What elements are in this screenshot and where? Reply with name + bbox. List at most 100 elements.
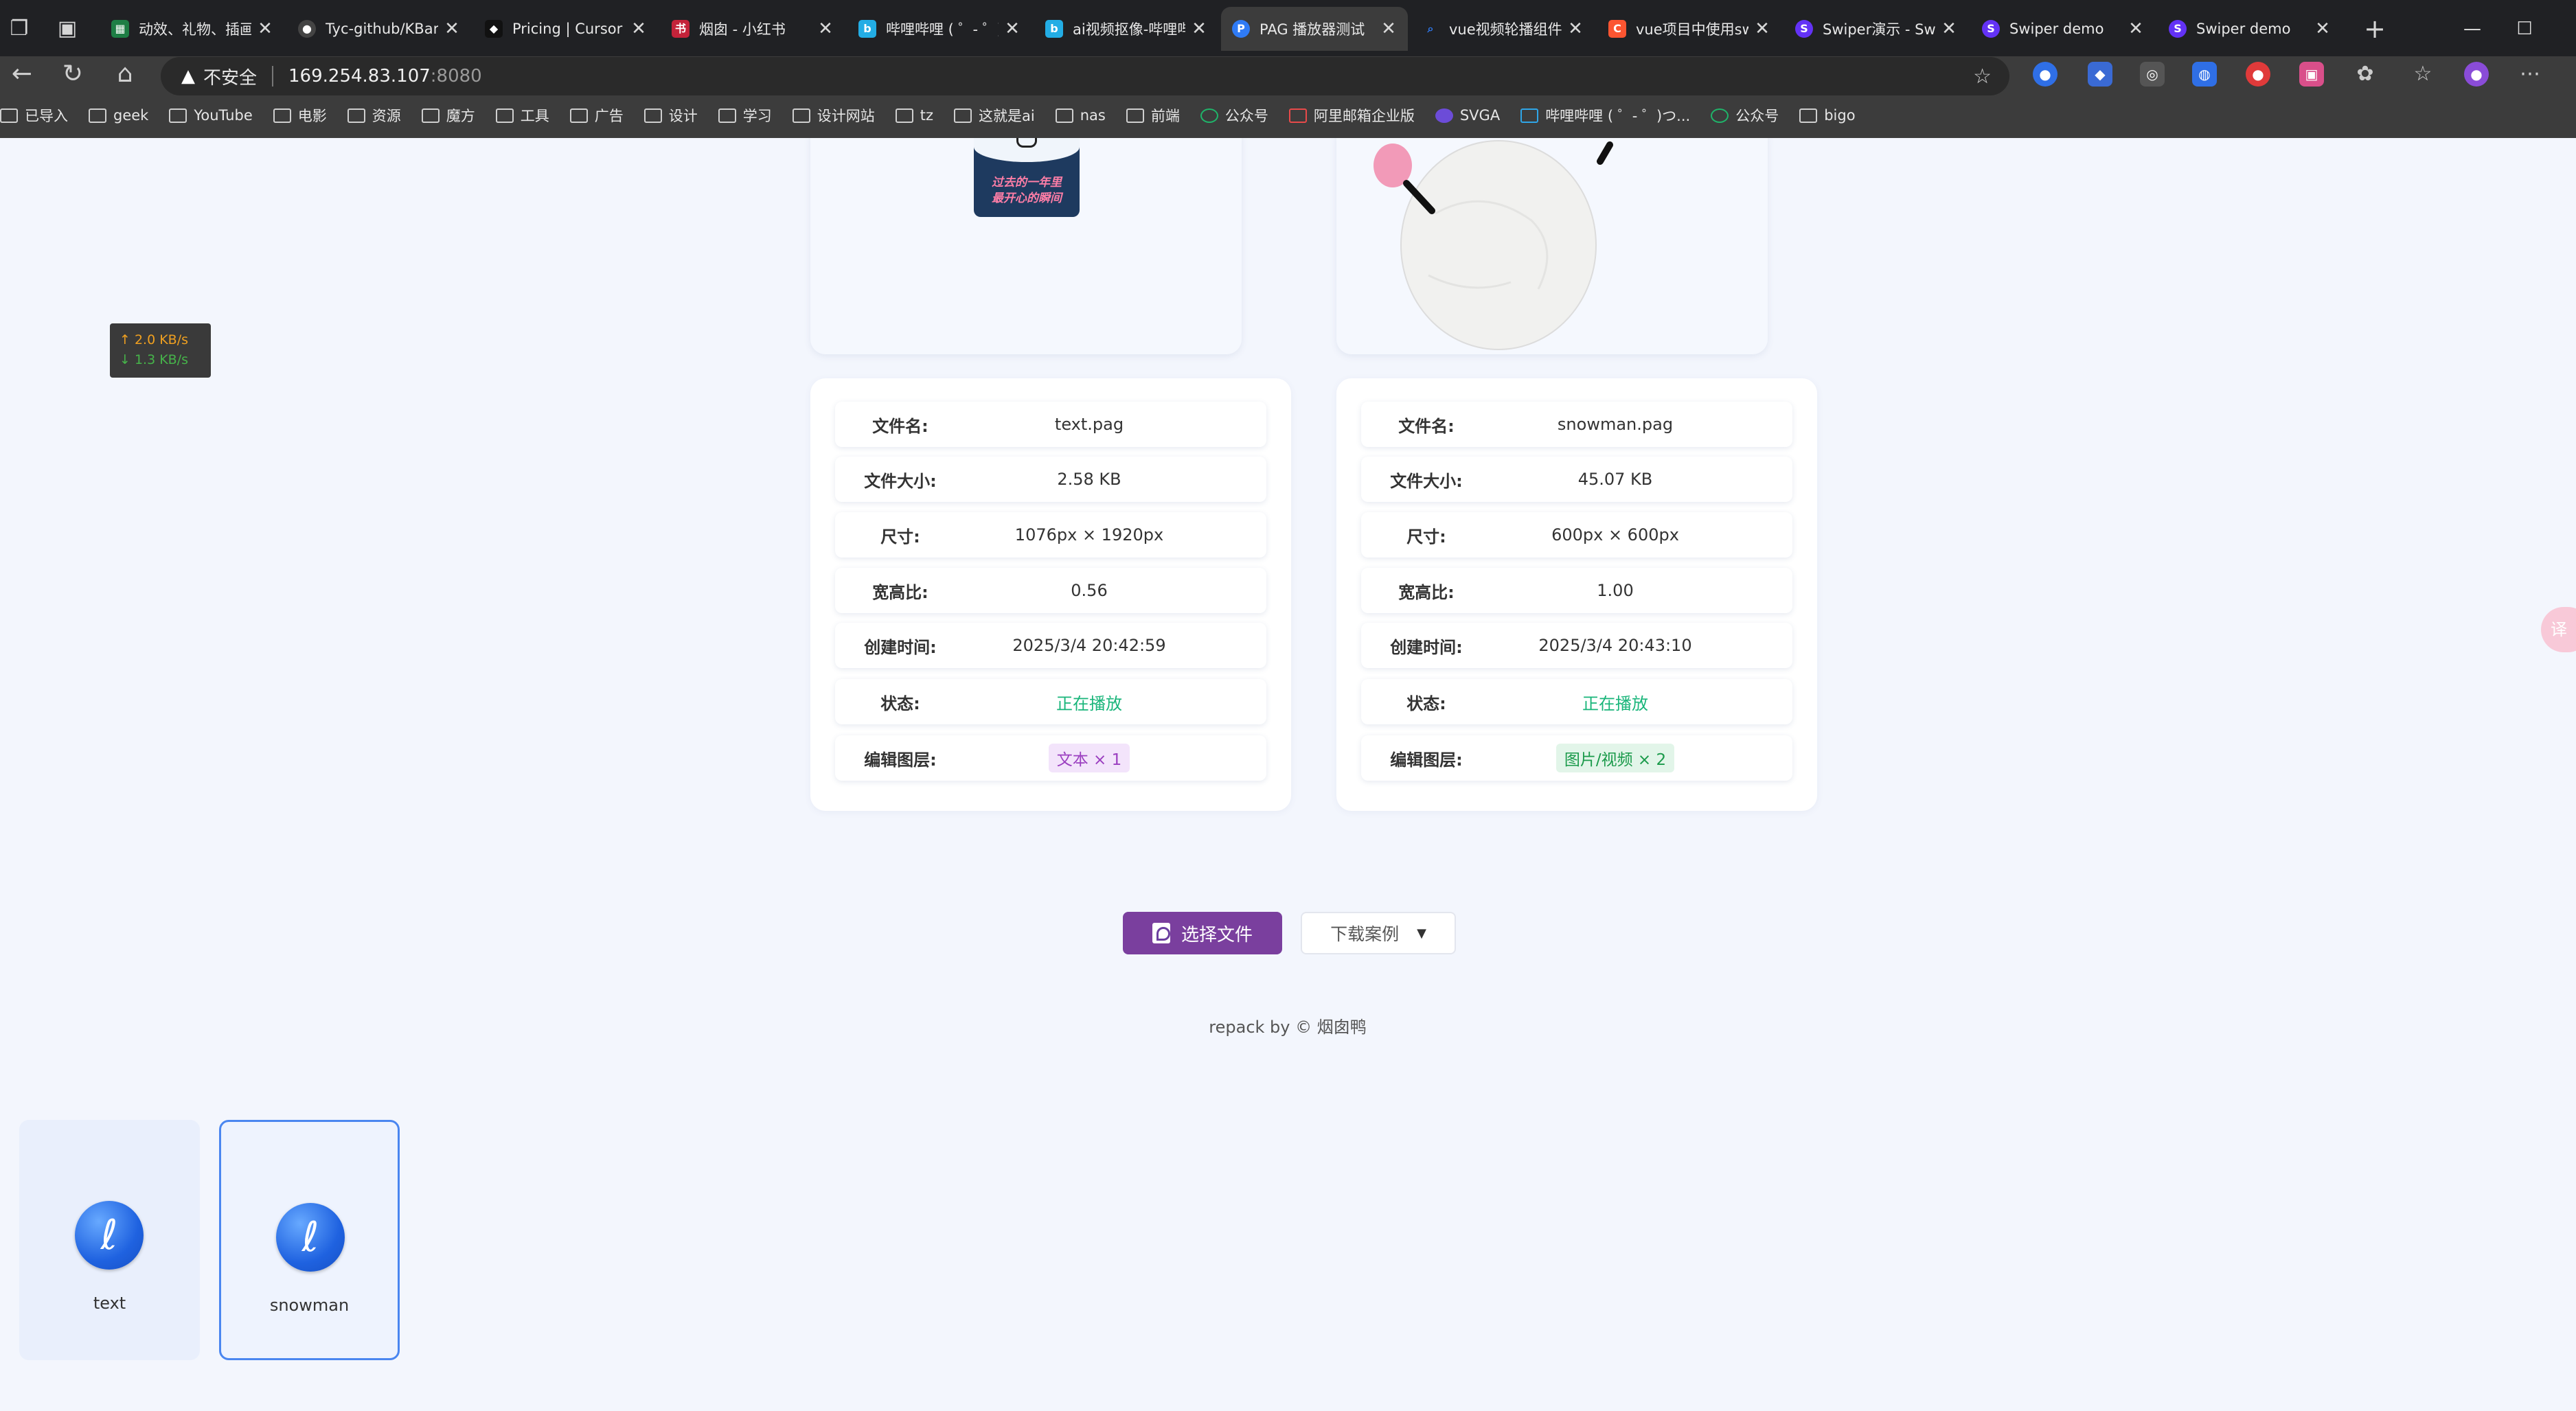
select-file-button[interactable]: 选择文件 <box>1123 912 1282 954</box>
swiper-icon: S <box>1982 20 2000 38</box>
more-menu-icon[interactable]: ⋯ <box>2518 62 2542 87</box>
bookmark-star-icon[interactable]: ☆ <box>1973 65 1992 89</box>
bookmark-folder[interactable]: 前端 <box>1126 105 1180 126</box>
browser-tab[interactable]: 书 烟囱 - 小红书 ✕ <box>661 7 845 51</box>
translate-bubble[interactable]: 译 <box>2541 607 2576 652</box>
bookmark-folder[interactable]: nas <box>1055 107 1106 124</box>
caret-down-icon: ▼ <box>1417 926 1426 941</box>
extension-icon[interactable]: ◎ <box>2140 62 2165 87</box>
close-tab-icon[interactable]: ✕ <box>1567 19 1584 39</box>
browser-tab[interactable]: b ai视频抠像-哔哩哔 ✕ <box>1034 7 1218 51</box>
translate-icon: 译 <box>2551 620 2567 639</box>
extension-icon[interactable]: ▣ <box>2299 62 2324 87</box>
shield-icon[interactable]: ◆ <box>2088 62 2112 87</box>
bookmark-folder[interactable]: tz <box>895 107 933 124</box>
address-bar[interactable]: ▲ 不安全 169.254.83.107 :8080 ☆ <box>161 57 2009 95</box>
bookmark-link[interactable]: 公众号 <box>1711 105 1779 126</box>
close-tab-icon[interactable]: ✕ <box>257 19 273 39</box>
folder-icon <box>89 108 106 123</box>
close-tab-icon[interactable]: ✕ <box>1941 19 1957 39</box>
browser-tab[interactable]: ▦ 动效、礼物、插画 ✕ <box>100 7 284 51</box>
home-icon[interactable]: ⌂ <box>104 56 146 92</box>
bilibili-icon: b <box>858 20 876 38</box>
browser-tab-active[interactable]: P PAG 播放器测试 ✕ <box>1221 7 1408 51</box>
bookmark-folder[interactable]: bigo <box>1799 107 1856 124</box>
folder-icon <box>954 108 972 123</box>
bookmark-folder[interactable]: 魔方 <box>421 105 475 126</box>
swiper-icon: S <box>2169 20 2187 38</box>
folder-icon <box>792 108 810 123</box>
bookmark-folder[interactable]: 设计网站 <box>792 105 875 126</box>
sheet-icon: ▦ <box>111 20 129 38</box>
back-icon[interactable]: ← <box>1 56 43 92</box>
folder-icon <box>718 108 736 123</box>
minimize-icon[interactable]: — <box>2452 8 2493 49</box>
tab-actions-icon[interactable]: ▣ <box>51 12 84 45</box>
browser-tab[interactable]: C vue项目中使用swi ✕ <box>1597 7 1781 51</box>
bookmark-folder[interactable]: 电影 <box>273 105 327 126</box>
bookmark-folder[interactable]: 资源 <box>347 105 401 126</box>
bookmark-folder[interactable]: geek <box>89 107 148 124</box>
bookmark-folder[interactable]: 这就是ai <box>954 105 1035 126</box>
info-row-filesize: 文件大小: 45.07 KB <box>1361 457 1792 502</box>
browser-tab[interactable]: S Swiper demo ✕ <box>1971 7 2155 51</box>
status-text: 正在播放 <box>1582 693 1648 713</box>
page-content: 过去的一年里 最开心的瞬间 文件名: text.pag 文件大小: 2.58 KB … <box>0 138 2576 1411</box>
bookmark-folder[interactable]: 设计 <box>643 105 698 126</box>
workspaces-icon[interactable]: ❐ <box>3 12 36 45</box>
folder-icon <box>643 108 662 123</box>
divider <box>272 66 274 87</box>
folder-icon <box>495 108 514 123</box>
download-examples-dropdown[interactable]: 下载案例 ▼ <box>1301 912 1456 954</box>
bookmark-folder[interactable]: 工具 <box>495 105 549 126</box>
close-tab-icon[interactable]: ✕ <box>444 19 460 39</box>
mail-icon <box>1288 108 1307 123</box>
info-row-created: 创建时间: 2025/3/4 20:43:10 <box>1361 623 1792 668</box>
xiaohongshu-icon: 书 <box>672 20 689 38</box>
close-tab-icon[interactable]: ✕ <box>817 19 834 39</box>
favorites-icon[interactable]: ☆ <box>2410 62 2435 87</box>
bookmark-link[interactable]: 公众号 <box>1200 105 1268 126</box>
browser-tab[interactable]: ⌕ vue视频轮播组件 ✕ <box>1411 7 1595 51</box>
extension-icon[interactable]: ● <box>2033 62 2058 87</box>
file-thumbnail-snowman[interactable]: ℓ snowman <box>219 1120 400 1360</box>
preview-text-line: 过去的一年里 <box>992 176 1062 190</box>
close-tab-icon[interactable]: ✕ <box>1004 19 1021 39</box>
bookmark-link[interactable]: SVGA <box>1435 107 1500 124</box>
extension-icon[interactable]: ◍ <box>2192 62 2217 87</box>
bookmark-folder[interactable]: YouTube <box>169 107 253 124</box>
bookmark-link[interactable]: 阿里邮箱企业版 <box>1288 105 1415 126</box>
puzzle-icon[interactable]: ✿ <box>2353 62 2378 87</box>
bookmark-folder[interactable]: 已导入 <box>0 105 68 126</box>
preview-text-line: 最开心的瞬间 <box>992 192 1062 205</box>
file-thumbnail-text[interactable]: ℓ text <box>19 1120 200 1360</box>
folder-icon <box>1055 108 1073 123</box>
close-tab-icon[interactable]: ✕ <box>2128 19 2144 39</box>
browser-tab[interactable]: S Swiper演示 - Swip ✕ <box>1784 7 1968 51</box>
close-tab-icon[interactable]: ✕ <box>1191 19 1207 39</box>
reload-icon[interactable]: ↻ <box>52 56 93 92</box>
warning-icon: ▲ <box>181 66 195 87</box>
browser-tab[interactable]: ◆ Pricing | Cursor - ✕ <box>474 7 658 51</box>
new-tab-icon[interactable]: + <box>2358 12 2391 45</box>
extension-icon[interactable]: ● <box>2246 62 2270 87</box>
swiper-icon: S <box>1795 20 1813 38</box>
browser-tab[interactable]: S Swiper demo ✕ <box>2158 7 2342 51</box>
security-label: 不安全 <box>203 67 258 89</box>
layer-tag: 文本 × 1 <box>1048 744 1130 772</box>
folder-icon <box>421 108 440 123</box>
close-tab-icon[interactable]: ✕ <box>630 19 647 39</box>
bookmark-link[interactable]: 哔哩哔哩 ( ゜- ゜)つ... <box>1520 105 1690 126</box>
close-tab-icon[interactable]: ✕ <box>1380 19 1397 39</box>
browser-tab[interactable]: ● Tyc-github/KBar_ ✕ <box>287 7 471 51</box>
close-tab-icon[interactable]: ✕ <box>2314 19 2331 39</box>
bookmark-folder[interactable]: 广告 <box>569 105 624 126</box>
browser-tab[interactable]: b 哔哩哔哩 ( ゜- ゜)つ ✕ <box>847 7 1031 51</box>
file-info-card: 文件名: text.pag 文件大小: 2.58 KB 尺寸: 1076px × 19… <box>810 378 1291 811</box>
maximize-icon[interactable]: ☐ <box>2504 8 2545 49</box>
info-row-status: 状态: 正在播放 <box>835 679 1266 724</box>
close-tab-icon[interactable]: ✕ <box>1754 19 1770 39</box>
profile-avatar[interactable]: ● <box>2464 62 2489 87</box>
bookmark-folder[interactable]: 学习 <box>718 105 772 126</box>
layer-tag: 图片/视频 × 2 <box>1555 744 1675 772</box>
